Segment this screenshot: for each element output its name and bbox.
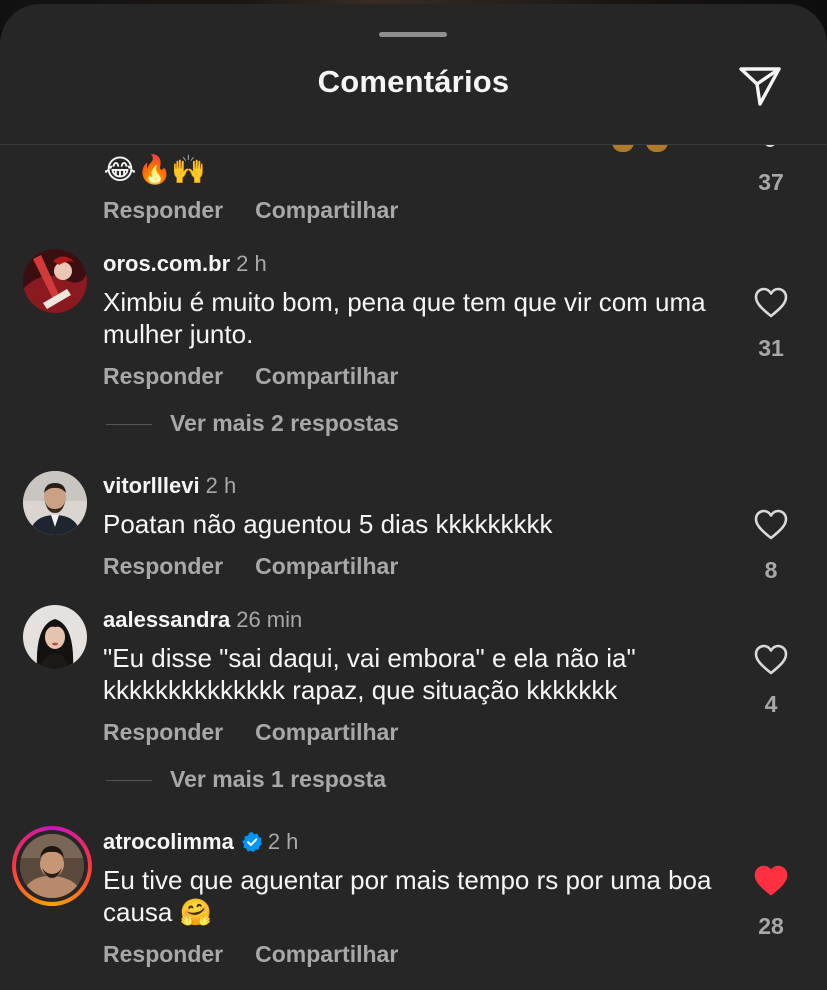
- reply-button[interactable]: Responder: [103, 553, 223, 579]
- verified-badge-icon: [241, 832, 262, 852]
- avatar-border: [16, 830, 88, 902]
- share-button[interactable]: Compartilhar: [255, 197, 398, 223]
- cut-off-emojis: [612, 145, 682, 152]
- sheet-title: Comentários: [317, 64, 510, 99]
- share-button[interactable]: Compartilhar: [255, 941, 398, 967]
- comment-actions: Responder Compartilhar: [103, 363, 398, 390]
- reply-button[interactable]: Responder: [103, 363, 223, 389]
- drag-handle[interactable]: [379, 32, 447, 37]
- reply-button[interactable]: Responder: [103, 941, 223, 967]
- comment-text: Poatan não aguentou 5 dias kkkkkkkkk: [103, 509, 553, 539]
- comment-username[interactable]: atrocolimma 2 h: [103, 829, 298, 855]
- comment-username[interactable]: oros.com.br 2 h: [103, 251, 267, 277]
- story-ring-avatar[interactable]: [12, 826, 92, 906]
- comment-text: Ximbiu é muito bom, pena que tem que vir…: [103, 287, 706, 349]
- heart-filled-icon[interactable]: [754, 865, 788, 897]
- heart-icon[interactable]: [754, 287, 788, 319]
- comment-actions: Responder Compartilhar: [103, 941, 398, 968]
- view-more-replies-button[interactable]: Ver mais 1 resposta: [106, 766, 386, 793]
- comment-time: 26 min: [236, 607, 303, 632]
- like-count: 4: [764, 691, 778, 717]
- comment-actions: Responder Compartilhar: [103, 719, 398, 746]
- send-icon[interactable]: [736, 60, 784, 108]
- like-count: 8: [764, 557, 778, 583]
- avatar[interactable]: [23, 249, 87, 313]
- comment-time: 2 h: [267, 829, 299, 854]
- comment-emojis: 😂🔥🙌: [103, 153, 206, 186]
- replies-line: [106, 424, 152, 426]
- comment-text: Eu tive que aguentar por mais tempo rs p…: [103, 865, 712, 927]
- comment-text: "Eu disse "sai daqui, vai embora" e ela …: [103, 643, 636, 705]
- like-count: 28: [758, 913, 784, 939]
- reply-button[interactable]: Responder: [103, 719, 223, 745]
- heart-icon[interactable]: [764, 145, 776, 147]
- replies-line: [106, 780, 152, 782]
- reply-button[interactable]: Responder: [103, 197, 223, 223]
- comment-actions: Responder Compartilhar: [103, 553, 398, 580]
- comment-username[interactable]: vitorlllevi 2 h: [103, 473, 236, 499]
- comment-actions: Responder Compartilhar: [103, 197, 398, 224]
- share-button[interactable]: Compartilhar: [255, 363, 398, 389]
- avatar[interactable]: [23, 471, 87, 535]
- heart-icon[interactable]: [754, 644, 788, 676]
- comments-sheet: Comentários 😂🔥🙌 37 Responder Compartilhar: [0, 4, 827, 990]
- comment-time: 2 h: [236, 251, 267, 276]
- view-more-replies-button[interactable]: Ver mais 2 respostas: [106, 410, 399, 437]
- avatar[interactable]: [20, 834, 84, 898]
- share-button[interactable]: Compartilhar: [255, 553, 398, 579]
- like-count: 31: [758, 335, 784, 361]
- heart-icon[interactable]: [754, 509, 788, 541]
- comment-username[interactable]: aalessandra 26 min: [103, 607, 302, 633]
- share-button[interactable]: Compartilhar: [255, 719, 398, 745]
- avatar[interactable]: [23, 605, 87, 669]
- comments-list[interactable]: 😂🔥🙌 37 Responder Compartilhar oros.com.br…: [0, 145, 827, 990]
- like-count: 37: [758, 169, 784, 195]
- comment-time: 2 h: [205, 473, 237, 498]
